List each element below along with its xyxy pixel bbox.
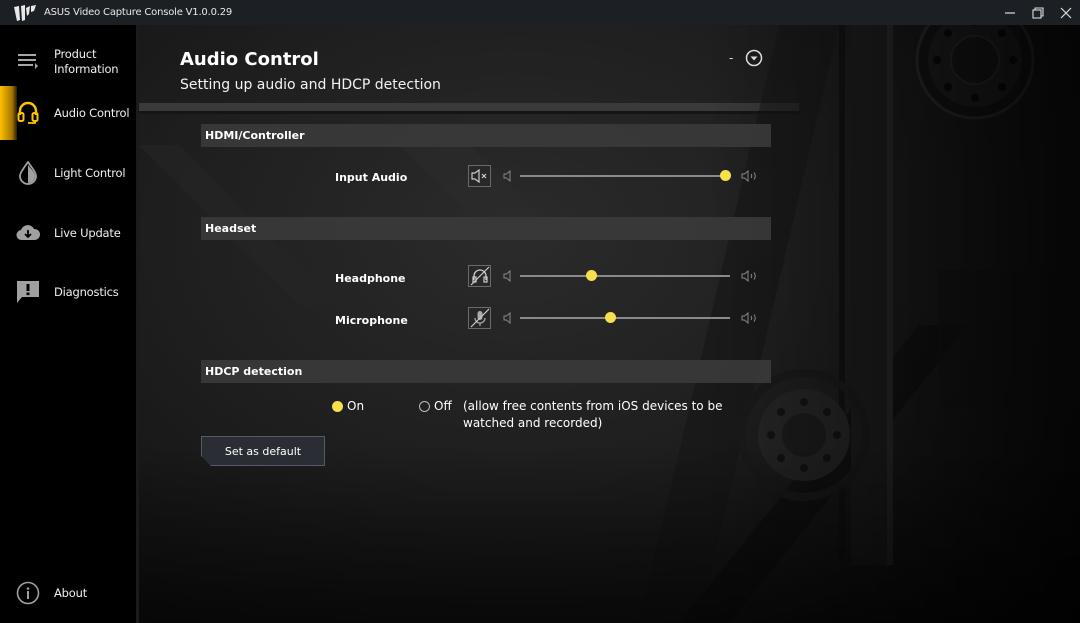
- minimize-icon: [1005, 11, 1015, 14]
- slider-track: [520, 175, 730, 177]
- headset-icon: [16, 101, 40, 125]
- volume-high-icon: [741, 312, 756, 324]
- sidebar-item-diagnostics[interactable]: Diagnostics: [0, 265, 138, 319]
- sidebar-item-label: Light Control: [54, 165, 126, 180]
- section-title: HDMI/Controller: [205, 129, 305, 142]
- hdcp-off-radio[interactable]: Off: [419, 399, 452, 413]
- radio-label: Off: [434, 399, 452, 413]
- headphone-mute-button[interactable]: [468, 265, 491, 287]
- slider-thumb[interactable]: [720, 170, 732, 181]
- sidebar: Product Information Audio Control Light C…: [0, 25, 138, 623]
- set-as-default-button[interactable]: Set as default: [201, 436, 325, 466]
- hdcp-on-radio[interactable]: On: [332, 399, 364, 413]
- sidebar-item-about[interactable]: About: [0, 566, 138, 620]
- tuf-logo-icon: [14, 4, 36, 21]
- speaker-muted-icon: [470, 169, 486, 183]
- microphone-muted-icon: [470, 308, 489, 328]
- volume-high-icon: [741, 170, 756, 182]
- sidebar-item-label: Product Information: [54, 47, 119, 76]
- input-audio-slider[interactable]: [520, 169, 732, 183]
- restore-icon: [1032, 6, 1044, 19]
- volume-low-icon: [503, 312, 511, 324]
- input-audio-label: Input Audio: [335, 171, 408, 184]
- page-subtitle: Setting up audio and HDCP detection: [180, 77, 441, 93]
- radio-label: On: [347, 399, 365, 413]
- headphone-label: Headphone: [335, 272, 406, 285]
- sidebar-item-light-control[interactable]: Light Control: [0, 146, 138, 200]
- microphone-label: Microphone: [335, 314, 408, 327]
- volume-high-icon: [741, 270, 756, 282]
- main-panel: Audio Control Setting up audio and HDCP …: [139, 25, 1080, 623]
- close-button[interactable]: [1052, 0, 1080, 25]
- collapse-control[interactable]: -: [729, 49, 763, 67]
- microphone-mute-button[interactable]: [468, 307, 491, 329]
- minimize-button[interactable]: [996, 0, 1024, 25]
- microphone-slider[interactable]: [520, 311, 730, 325]
- sidebar-item-label: Audio Control: [54, 105, 130, 120]
- close-icon: [1060, 7, 1072, 18]
- section-hdmi-controller: HDMI/Controller: [201, 124, 771, 147]
- window-title: ASUS Video Capture Console V1.0.0.29: [44, 7, 233, 18]
- title-bar: ASUS Video Capture Console V1.0.0.29: [0, 0, 1080, 25]
- slider-track: [520, 317, 730, 319]
- section-title: Headset: [205, 222, 257, 235]
- section-title: HDCP detection: [205, 365, 303, 378]
- radio-indicator-selected: [332, 400, 343, 412]
- slider-thumb[interactable]: [604, 312, 616, 323]
- section-headset: Headset: [201, 217, 771, 240]
- menu-list-icon: [16, 50, 40, 74]
- sidebar-item-audio-control[interactable]: Audio Control: [0, 86, 138, 140]
- sidebar-item-live-update[interactable]: Live Update: [0, 206, 138, 260]
- section-hdcp-detection: HDCP detection: [201, 360, 771, 383]
- slider-track: [520, 275, 730, 277]
- sidebar-item-label: Diagnostics: [54, 284, 119, 299]
- page-title: Audio Control: [180, 49, 319, 70]
- collapse-dash: -: [729, 51, 734, 65]
- headphone-muted-icon: [470, 266, 489, 286]
- hdcp-note: (allow free contents from iOS devices to…: [463, 399, 723, 430]
- chevron-down-circle-icon[interactable]: [745, 49, 763, 67]
- input-audio-mute-button[interactable]: [468, 165, 491, 187]
- volume-low-icon: [503, 270, 511, 282]
- droplet-icon: [16, 161, 40, 185]
- info-icon: [16, 581, 40, 605]
- sidebar-item-label: Live Update: [54, 225, 121, 240]
- alert-message-icon: [16, 280, 40, 304]
- sidebar-item-label: About: [54, 585, 88, 600]
- headphone-slider[interactable]: [520, 269, 730, 283]
- radio-indicator: [419, 400, 430, 412]
- cloud-download-icon: [16, 221, 40, 245]
- sidebar-item-product-information[interactable]: Product Information: [0, 35, 138, 89]
- slider-thumb[interactable]: [585, 270, 597, 281]
- restore-button[interactable]: [1024, 0, 1052, 25]
- volume-low-icon: [503, 170, 511, 182]
